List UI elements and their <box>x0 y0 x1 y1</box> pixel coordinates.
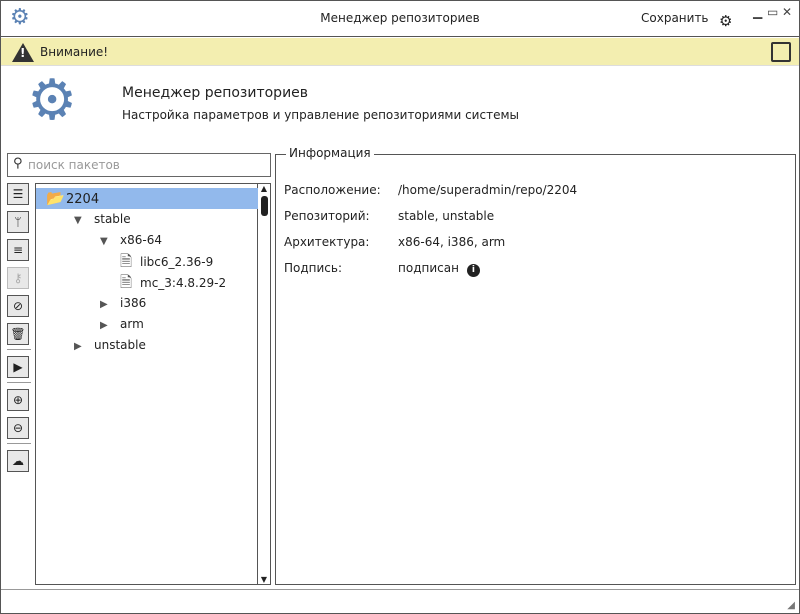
info-value: x86-64, i386, arm <box>398 235 505 249</box>
search-placeholder: поиск пакетов <box>28 158 120 172</box>
resize-grip-icon[interactable]: ◢ <box>787 600 795 611</box>
key-button[interactable]: ⚷ <box>7 267 29 289</box>
collapsed-arrow-icon[interactable]: ▶ <box>100 294 120 315</box>
save-lock-icon[interactable] <box>771 42 791 62</box>
divider <box>7 382 31 383</box>
folder-open-icon: 📂 <box>46 189 65 207</box>
info-label: Подпись: <box>284 261 343 275</box>
maximize-button[interactable]: ▭ <box>767 5 778 19</box>
tree-item-label: x86-64 <box>120 233 162 247</box>
tree-item[interactable]: 🗎 mc_3:4.8.29-2 <box>36 272 226 293</box>
branch-button[interactable]: ᛘ <box>7 211 29 233</box>
package-search-input[interactable]: ⚲ поиск пакетов <box>7 153 271 177</box>
repository-tree[interactable]: ▲ ▼ 📂2204 ▼ stable ▼ x86-64 🗎 libc6_2.36-9 🗎 mc_… <box>35 183 271 585</box>
title-bar: ⚙ Менеджер репозиториев Сохранить ⚙ ▁ ▭ … <box>1 1 799 37</box>
settings-gear-icon[interactable]: ⚙ <box>719 12 732 30</box>
tree-item-label: mc_3:4.8.29-2 <box>140 276 227 290</box>
upload-cloud-button[interactable]: ☁ <box>7 450 29 472</box>
info-legend: Информация <box>286 146 374 160</box>
remove-button[interactable]: ⊖ <box>7 417 29 439</box>
info-label: Архитектура: <box>284 235 370 249</box>
block-button[interactable]: ⊘ <box>7 295 29 317</box>
tree-item-label: unstable <box>94 338 146 352</box>
minimize-button[interactable]: ▁ <box>753 5 762 19</box>
tree-item-label: arm <box>120 317 144 331</box>
close-button[interactable]: ✕ <box>782 5 792 19</box>
collapsed-arrow-icon[interactable]: ▶ <box>100 315 120 336</box>
file-icon: 🗎 <box>120 252 133 270</box>
save-button[interactable]: Сохранить <box>641 11 709 25</box>
search-icon: ⚲ <box>13 156 23 171</box>
file-icon: 🗎 <box>120 273 133 291</box>
warning-bar: Внимание! <box>1 38 799 66</box>
tree-item-label: libc6_2.36-9 <box>140 255 214 269</box>
status-divider <box>1 589 799 590</box>
tree-item[interactable]: 🗎 libc6_2.36-9 <box>36 251 213 272</box>
trash-button[interactable]: 🗑 <box>7 323 29 345</box>
info-panel: Информация Расположение: /home/superadmin… <box>275 146 796 585</box>
tree-scrollbar[interactable]: ▲ ▼ <box>257 184 270 584</box>
info-value-text: x86-64, i386, arm <box>398 235 506 249</box>
add-button[interactable]: ⊕ <box>7 389 29 411</box>
tree-item-label: stable <box>94 212 131 226</box>
expanded-arrow-icon[interactable]: ▼ <box>74 210 94 231</box>
expanded-arrow-icon[interactable]: ▼ <box>100 231 120 252</box>
info-value: stable, unstable <box>398 209 494 223</box>
info-value-text: подписан <box>398 261 459 275</box>
side-toolbar: ☰ ᛘ ≡ ⚷ ⊘ 🗑 ▶ ⊕ ⊖ ☁ <box>7 183 31 478</box>
info-label: Репозиторий: <box>284 209 370 223</box>
settings-sliders-button[interactable]: ≡ <box>7 239 29 261</box>
info-value: подписан i <box>398 261 480 277</box>
header-gears-icon: ⚙ <box>27 68 78 133</box>
tree-item[interactable]: ▼ x86-64 <box>36 230 162 251</box>
header-subtitle: Настройка параметров и управление репози… <box>122 108 519 122</box>
tree-item[interactable]: ▶ arm <box>36 314 144 335</box>
tree-item[interactable]: 📂2204 <box>36 188 258 209</box>
play-button[interactable]: ▶ <box>7 356 29 378</box>
tree-item-label: 2204 <box>66 192 100 207</box>
tree-item[interactable]: ▶ unstable <box>36 335 146 356</box>
database-button[interactable]: ☰ <box>7 183 29 205</box>
warning-icon <box>12 43 34 62</box>
info-value-text: /home/superadmin/repo/2204 <box>398 183 578 197</box>
info-value-text: stable, unstable <box>398 209 495 223</box>
app-window: ⚙ Менеджер репозиториев Сохранить ⚙ ▁ ▭ … <box>0 0 800 614</box>
warning-label: Внимание! <box>40 45 109 59</box>
scroll-down-icon[interactable]: ▼ <box>258 575 270 584</box>
header-title: Менеджер репозиториев <box>122 85 309 101</box>
info-icon[interactable]: i <box>466 264 480 277</box>
info-value: /home/superadmin/repo/2204 <box>398 183 577 197</box>
collapsed-arrow-icon[interactable]: ▶ <box>74 336 94 357</box>
tree-item[interactable]: ▼ stable <box>36 209 131 230</box>
tree-item[interactable]: ▶ i386 <box>36 293 146 314</box>
divider <box>7 349 31 350</box>
info-label: Расположение: <box>284 183 381 197</box>
scroll-thumb[interactable] <box>261 196 268 216</box>
divider <box>7 443 31 444</box>
tree-item-label: i386 <box>120 296 147 310</box>
scroll-up-icon[interactable]: ▲ <box>258 184 270 193</box>
